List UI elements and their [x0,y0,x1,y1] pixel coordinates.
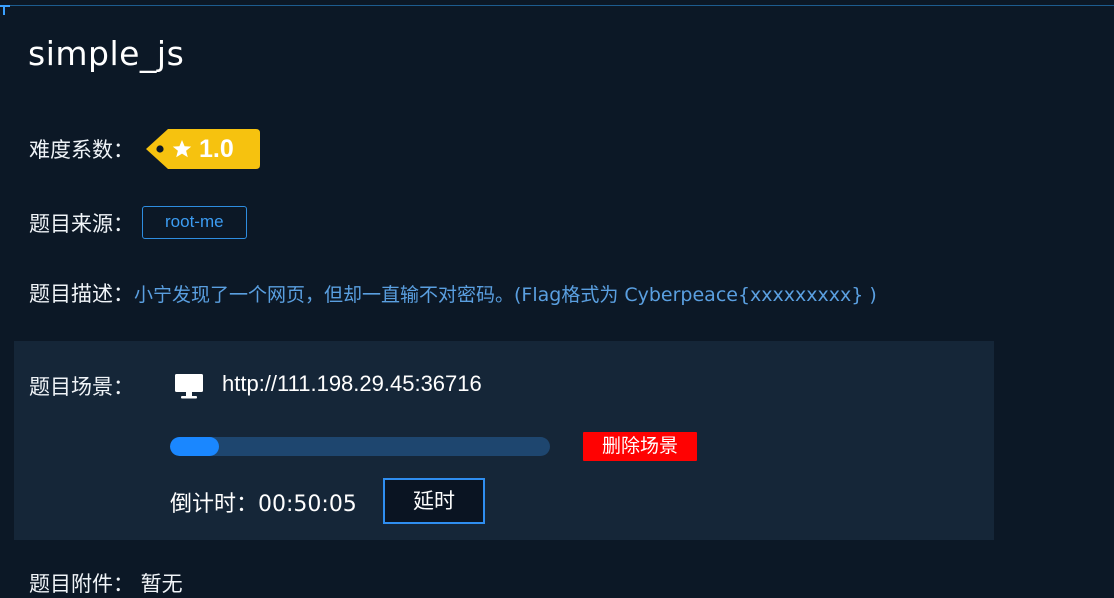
source-tag[interactable]: root-me [142,206,247,239]
countdown-timer: 倒计时：00:50:05 [170,492,357,517]
difficulty-tag: 1.0 [144,128,260,170]
difficulty-row: 难度系数： 1.0 [29,128,260,170]
attachment-row: 题目附件： 暂无 [29,572,183,596]
source-row: 题目来源： root-me [29,206,247,239]
description-label: 题目描述： [29,282,134,306]
scene-label: 题目场景： [29,375,134,399]
time-progress-bar [170,437,550,456]
scene-url-link[interactable]: http://111.198.29.45:36716 [222,371,482,397]
description-row: 题目描述： 小宁发现了一个网页，但却一直输不对密码。(Flag格式为 Cyber… [29,278,877,308]
extend-time-button[interactable]: 延时 [383,478,485,524]
source-label: 题目来源： [29,211,134,236]
page-title: simple_js [28,34,185,73]
scene-panel: 题目场景： http://111.198.29.45:36716 删除场景 倒计… [14,341,994,540]
monitor-icon [175,374,203,399]
time-progress-fill [170,437,220,456]
delete-scene-button[interactable]: 删除场景 [583,432,697,461]
top-border-line [0,5,1114,6]
difficulty-label: 难度系数： [29,138,134,162]
corner-marker-icon [0,5,10,17]
difficulty-value: 1.0 [199,134,234,163]
description-text: 小宁发现了一个网页，但却一直输不对密码。(Flag格式为 Cyberpeace{… [134,283,877,306]
